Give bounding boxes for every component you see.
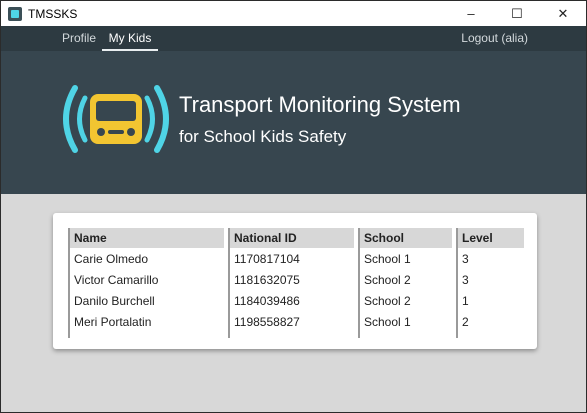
cell-school: School 2 [358,269,452,290]
table-row[interactable]: Danilo Burchell 1184039486 School 2 1 [68,290,524,311]
cell-level: 1 [456,290,524,311]
bus-body [90,94,142,144]
column-header-name[interactable]: Name [68,228,224,248]
hero-title: Transport Monitoring System [179,92,461,117]
signal-right-inner [144,95,155,143]
cell-national-id: 1181632075 [228,269,354,290]
cell-national-id: 1170817104 [228,248,354,269]
bus-signal-icon [63,85,169,153]
kids-card: Name National ID School Level Carie Olme… [53,213,537,349]
table-row[interactable]: Carie Olmedo 1170817104 School 1 3 [68,248,524,269]
maximize-button[interactable]: ☐ [494,1,540,26]
cell-name: Carie Olmedo [68,248,224,269]
cell-name: Danilo Burchell [68,290,224,311]
minimize-button[interactable]: – [448,1,494,26]
column-header-level[interactable]: Level [456,228,524,248]
cell-level: 2 [456,311,524,338]
app-window: TMSSKS – ☐ ✕ Profile My Kids Logout (ali… [0,0,587,413]
window-title: TMSSKS [28,6,78,21]
cell-school: School 2 [358,290,452,311]
hero-subtitle: for School Kids Safety [179,127,347,146]
signal-left-outer [63,85,78,153]
kids-table: Name National ID School Level Carie Olme… [68,228,524,338]
nav-logout[interactable]: Logout (alia) [461,26,528,51]
cell-national-id: 1184039486 [228,290,354,311]
close-button[interactable]: ✕ [540,1,586,26]
app-header: Profile My Kids Logout (alia) Transport … [1,26,586,194]
signal-left-inner [77,95,88,143]
title-bar: TMSSKS – ☐ ✕ [1,1,586,26]
cell-national-id: 1198558827 [228,311,354,338]
app-icon [8,6,22,21]
nav-my-kids[interactable]: My Kids [102,26,158,51]
cell-level: 3 [456,248,524,269]
table-row[interactable]: Victor Camarillo 1181632075 School 2 3 [68,269,524,290]
cell-level: 3 [456,269,524,290]
column-header-school[interactable]: School [358,228,452,248]
cell-name: Victor Camarillo [68,269,224,290]
cell-school: School 1 [358,311,452,338]
table-row[interactable]: Meri Portalatin 1198558827 School 1 2 [68,311,524,338]
window-controls: – ☐ ✕ [448,1,586,26]
nav-profile[interactable]: Profile [62,26,96,51]
column-header-national-id[interactable]: National ID [228,228,354,248]
cell-name: Meri Portalatin [68,311,224,338]
nav-bar: Profile My Kids Logout (alia) [1,26,586,51]
table-header-row: Name National ID School Level [68,228,524,248]
cell-school: School 1 [358,248,452,269]
signal-right-outer [154,85,169,153]
